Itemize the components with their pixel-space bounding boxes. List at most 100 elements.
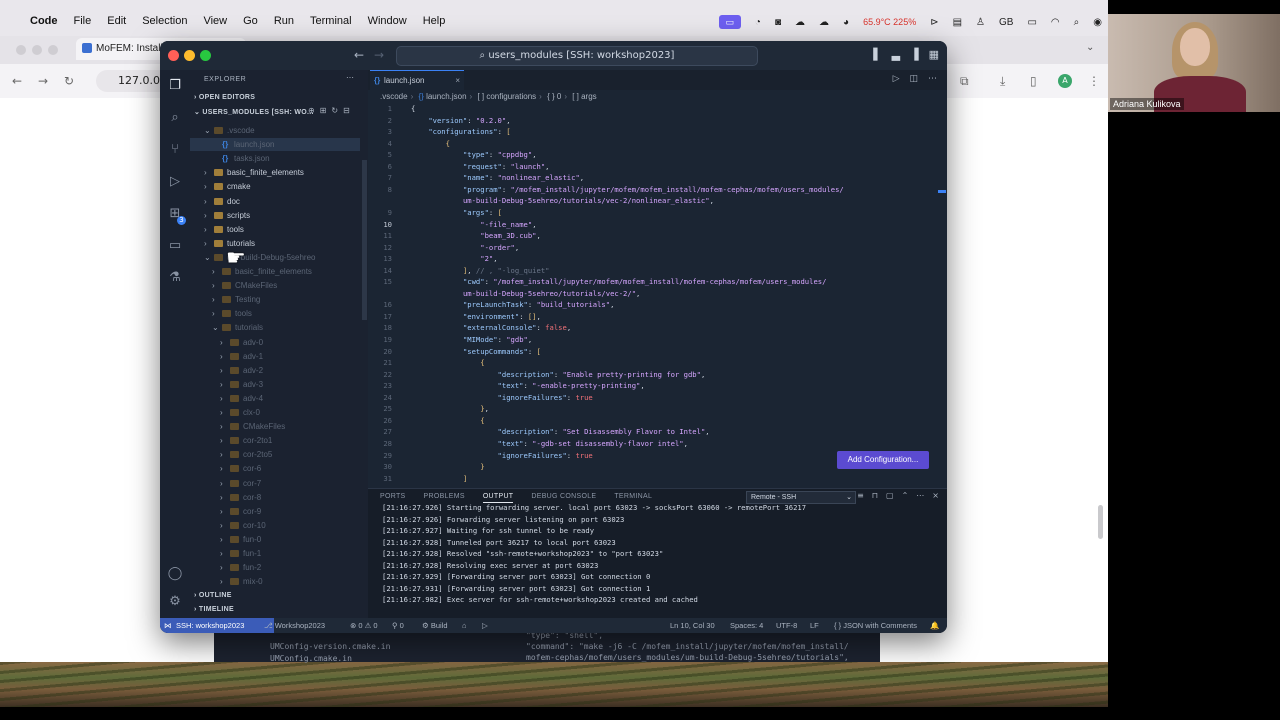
code-line[interactable]: "setupCommands": [ xyxy=(411,347,541,356)
toggle-panel-icon[interactable]: ▃ xyxy=(892,48,900,61)
run-debug-icon[interactable]: ▷ xyxy=(167,174,183,190)
breadcrumb-item[interactable]: [ ] args xyxy=(572,92,596,101)
folder-item[interactable]: › cor-6 xyxy=(190,462,360,475)
code-line[interactable]: "-order", xyxy=(411,243,519,252)
figure-icon[interactable]: ♙ xyxy=(976,17,985,28)
tab-output[interactable]: OUTPUT xyxy=(482,493,514,503)
folder-item[interactable]: › Testing xyxy=(190,293,360,306)
nav-back-icon[interactable]: ← xyxy=(354,48,364,62)
cursor-position[interactable]: Ln 10, Col 30 xyxy=(670,618,715,633)
build-task-button[interactable]: ⚙ Build xyxy=(422,618,448,633)
code-line[interactable]: "program": "/mofem_install/jupyter/mofem… xyxy=(411,185,844,194)
menu-terminal[interactable]: Terminal xyxy=(310,15,352,27)
code-line[interactable]: "type": "cppdbg", xyxy=(411,150,537,159)
cloud-filled-icon[interactable]: ☁ xyxy=(819,17,829,28)
code-line[interactable]: "text": "-gdb-set disassembly-flavor int… xyxy=(411,439,688,448)
search-icon[interactable]: ⌕ xyxy=(1074,17,1080,28)
testing-icon[interactable]: ⚗ xyxy=(167,270,183,286)
filter-icon[interactable]: ≡ xyxy=(857,491,864,500)
indentation[interactable]: Spaces: 4 xyxy=(730,618,763,633)
back-arrow-icon[interactable]: ← xyxy=(12,74,22,88)
code-line[interactable]: { xyxy=(411,139,450,148)
tab-ports[interactable]: PORTS xyxy=(380,493,406,503)
problems-indicator[interactable]: ⊗ 0 ⚠ 0 xyxy=(350,618,378,633)
code-line[interactable]: "description": "Set Disassembly Flavor t… xyxy=(411,427,710,436)
tab-problems[interactable]: PROBLEMS xyxy=(424,493,465,503)
cpu-temp-readout[interactable]: 65.9°C 225% xyxy=(863,17,916,27)
folder-item[interactable]: › clx-0 xyxy=(190,406,360,419)
code-line[interactable]: "version": "0.2.0", xyxy=(411,116,510,125)
folder-item[interactable]: › doc xyxy=(190,195,360,208)
command-center[interactable]: ⌕ users_modules [SSH: workshop2023] xyxy=(396,46,758,66)
bell-icon[interactable]: ⌂ xyxy=(462,618,467,633)
language-mode[interactable]: { } JSON with Comments xyxy=(834,618,917,633)
forward-icon[interactable]: ⊳ xyxy=(930,17,938,28)
explorer-icon[interactable]: ❐ xyxy=(167,78,183,94)
folder-item[interactable]: › cor-2to5 xyxy=(190,448,360,461)
ports-indicator[interactable]: ⚲ 0 xyxy=(392,618,404,633)
code-line[interactable]: ] xyxy=(411,474,467,483)
open-editors-section[interactable]: › OPEN EDITORS xyxy=(194,94,255,101)
code-line[interactable]: "2", xyxy=(411,254,497,263)
sidebar-toggle-icon[interactable]: ▯ xyxy=(1030,74,1037,88)
menu-selection[interactable]: Selection xyxy=(142,15,187,27)
menu-view[interactable]: View xyxy=(203,15,227,27)
remote-indicator[interactable]: ⋈ SSH: workshop2023 xyxy=(160,618,274,633)
folder-item[interactable]: › tools xyxy=(190,223,360,236)
code-line[interactable]: "request": "launch", xyxy=(411,162,550,171)
code-line[interactable]: "externalConsole": false, xyxy=(411,323,571,332)
tab-launch-json[interactable]: {} launch.json × xyxy=(370,70,464,91)
app-menu-code[interactable]: Code xyxy=(30,15,58,27)
source-control-icon[interactable]: ⑂ xyxy=(167,142,183,158)
file-item[interactable]: {} tasks.json xyxy=(190,152,360,165)
code-line[interactable]: { xyxy=(411,358,484,367)
browser-zoom-icon[interactable] xyxy=(48,45,58,55)
control-center-icon[interactable]: ◉ xyxy=(1093,17,1102,28)
folder-item[interactable]: › basic_finite_elements xyxy=(190,265,360,278)
folder-item[interactable]: › cor-9 xyxy=(190,505,360,518)
folder-item[interactable]: › scripts xyxy=(190,209,360,222)
code-line[interactable]: "-file_name", xyxy=(411,220,536,229)
code-line[interactable]: "configurations": [ xyxy=(411,127,510,136)
maximize-panel-icon[interactable]: ⌃ xyxy=(902,491,909,500)
color-wheel-icon[interactable]: ◕ xyxy=(843,17,849,28)
window-zoom-icon[interactable] xyxy=(200,50,211,61)
customize-layout-icon[interactable]: ▦ xyxy=(929,48,939,61)
code-line[interactable]: }, xyxy=(411,404,489,413)
screen-share-icon[interactable]: ▭ xyxy=(718,15,741,29)
folder-item[interactable]: › cor-10 xyxy=(190,519,360,532)
code-line[interactable]: { xyxy=(411,416,484,425)
split-editor-icon[interactable]: ◫ xyxy=(909,74,918,84)
clear-output-icon[interactable]: ▢ xyxy=(886,491,894,500)
folder-item[interactable]: › CMakeFiles xyxy=(190,420,360,433)
code-editor[interactable]: 1 {2 "version": "0.2.0", 3 "configurations… xyxy=(368,104,947,488)
menu-go[interactable]: Go xyxy=(243,15,258,27)
code-line[interactable]: "preLaunchTask": "build_tutorials", xyxy=(411,300,614,309)
tab-terminal[interactable]: TERMINAL xyxy=(614,493,652,503)
code-line[interactable]: um-build-Debug-5sehreo/tutorials/vec-2/n… xyxy=(411,196,714,205)
notifications-icon[interactable]: 🔔 xyxy=(930,618,939,633)
profile-avatar[interactable]: A xyxy=(1058,74,1072,88)
toggle-secondary-sidebar-icon[interactable]: ▐ xyxy=(910,48,918,61)
collapse-all-icon[interactable]: ⊟ xyxy=(343,106,350,115)
folder-item[interactable]: › fun-2 xyxy=(190,561,360,574)
folder-item[interactable]: › adv-3 xyxy=(190,378,360,391)
folder-item[interactable]: › adv-0 xyxy=(190,336,360,349)
menu-edit[interactable]: Edit xyxy=(107,15,126,27)
code-line[interactable]: "environment": [], xyxy=(411,312,541,321)
add-configuration-button[interactable]: Add Configuration... xyxy=(837,451,929,469)
browser-minimize-icon[interactable] xyxy=(32,45,42,55)
code-line[interactable]: "beam_3D.cub", xyxy=(411,231,541,240)
folder-item[interactable]: › basic_finite_elements xyxy=(190,166,360,179)
forward-arrow-icon[interactable]: → xyxy=(38,74,48,88)
code-line[interactable]: "text": "-enable-pretty-printing", xyxy=(411,381,645,390)
outline-section[interactable]: › OUTLINE xyxy=(194,592,232,599)
breadcrumb-item[interactable]: { } 0 xyxy=(547,92,561,101)
code-line[interactable]: "description": "Enable pretty-printing f… xyxy=(411,370,706,379)
video-call-tile[interactable]: Adriana Kulikova xyxy=(1108,14,1280,112)
breadcrumb-item[interactable]: [ ] configurations xyxy=(477,92,536,101)
toggle-sidebar-icon[interactable]: ▌ xyxy=(873,48,881,61)
encoding[interactable]: UTF-8 xyxy=(776,618,797,633)
code-line[interactable]: "args": [ xyxy=(411,208,502,217)
code-line[interactable]: "cwd": "/mofem_install/jupyter/mofem/mof… xyxy=(411,277,827,286)
